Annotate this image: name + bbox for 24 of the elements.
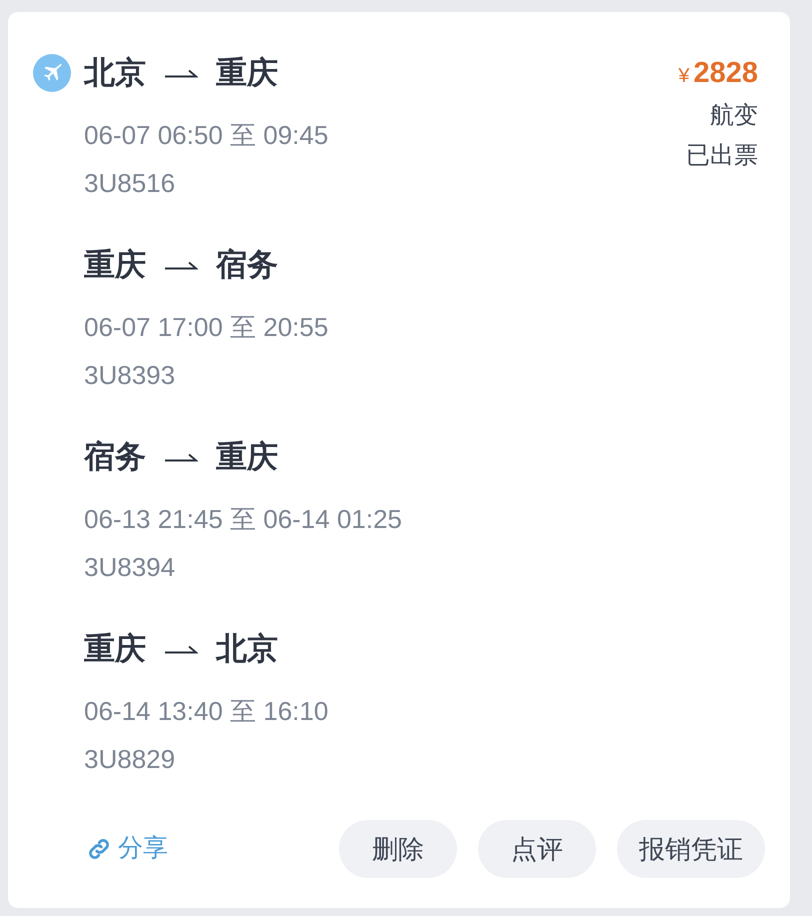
flight-time: 06-14 13:40 至 16:10 [84,695,328,728]
order-status: 航变 [710,101,758,131]
action-button[interactable]: 点评 [478,820,596,878]
flight-number: 3U8516 [84,167,176,200]
origin-city: 宿务 [84,438,146,476]
flight-number: 3U8829 [84,743,176,776]
destination-city: 宿务 [216,246,278,284]
action-button[interactable]: 报销凭证 [617,820,765,878]
destination-city: 重庆 [216,438,278,476]
link-icon [86,836,112,862]
price: ¥2828 [678,56,758,91]
flight-time: 06-07 06:50 至 09:45 [84,119,328,152]
destination-city: 重庆 [216,54,278,92]
flight-number: 3U8394 [84,551,176,584]
order-status: 已出票 [686,141,758,171]
flight-time: 06-13 21:45 至 06-14 01:25 [84,503,402,536]
destination-city: 北京 [216,630,278,668]
origin-city: 重庆 [84,630,146,668]
flight-number: 3U8393 [84,359,176,392]
origin-city: 北京 [84,54,146,92]
flight-time: 06-07 17:00 至 20:55 [84,311,328,344]
airplane-icon [33,54,71,92]
origin-city: 重庆 [84,246,146,284]
action-button[interactable]: 删除 [339,820,457,878]
